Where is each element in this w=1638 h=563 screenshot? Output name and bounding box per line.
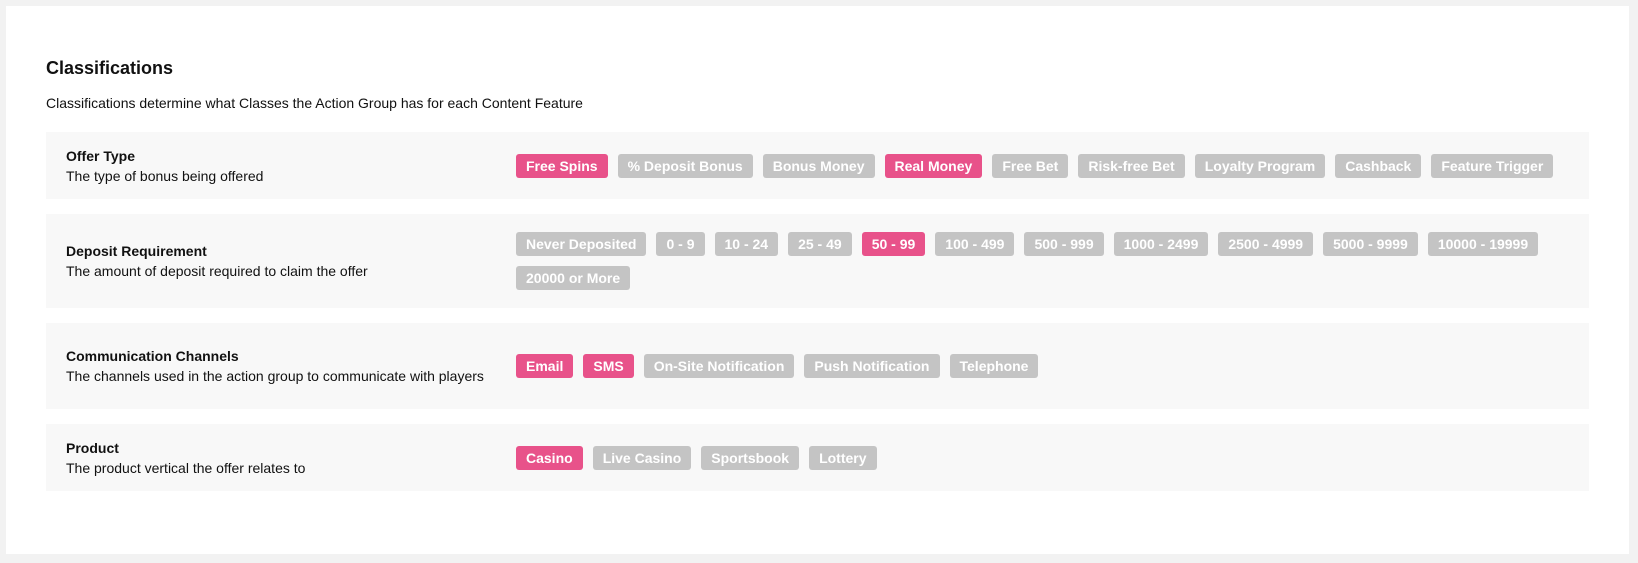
tag-feature-trigger[interactable]: Feature Trigger — [1431, 153, 1554, 178]
section-deposit-requirement: Deposit Requirement The amount of deposi… — [46, 214, 1589, 308]
tag-push-notification[interactable]: Push Notification — [804, 354, 940, 378]
tag-2500-4999[interactable]: 2500 - 4999 — [1218, 232, 1314, 256]
section-info: Deposit Requirement The amount of deposi… — [66, 241, 516, 281]
tag-cashback[interactable]: Cashback — [1335, 153, 1422, 178]
tag-10000-19999[interactable]: 10000 - 19999 — [1427, 232, 1539, 256]
tag-on-site-notification[interactable]: On-Site Notification — [643, 354, 795, 378]
section-title: Offer Type — [66, 147, 135, 164]
tag-list: Never Deposited 0 - 9 10 - 24 25 - 49 50 - 9… — [516, 232, 1569, 290]
tag-free-bet[interactable]: Free Bet — [992, 153, 1069, 178]
classifications-card: Classifications Classifications determin… — [6, 6, 1629, 554]
tag-live-casino[interactable]: Live Casino — [592, 445, 692, 470]
tag-sms[interactable]: SMS — [583, 354, 634, 378]
section-offer-type: Offer Type The type of bonus being offer… — [46, 132, 1589, 199]
section-product: Product The product vertical the offer r… — [46, 424, 1589, 491]
tag-free-spins[interactable]: Free Spins — [516, 153, 608, 178]
section-description: The type of bonus being offered — [66, 167, 264, 184]
tag-50-99[interactable]: 50 - 99 — [861, 232, 926, 256]
section-info: Communication Channels The channels used… — [66, 346, 516, 386]
tag-lottery[interactable]: Lottery — [809, 445, 877, 470]
tag-email[interactable]: Email — [516, 354, 574, 378]
tag-1000-2499[interactable]: 1000 - 2499 — [1113, 232, 1209, 256]
tag-500-999[interactable]: 500 - 999 — [1024, 232, 1104, 256]
tag-list: Free Spins % Deposit Bonus Bonus Money Real… — [516, 153, 1569, 178]
section-communication-channels: Communication Channels The channels used… — [46, 323, 1589, 409]
section-title: Communication Channels — [66, 348, 239, 364]
tag-casino[interactable]: Casino — [516, 445, 583, 470]
tag-telephone[interactable]: Telephone — [949, 354, 1039, 378]
section-info: Offer Type The type of bonus being offer… — [66, 146, 516, 186]
tag-deposit-bonus[interactable]: % Deposit Bonus — [617, 153, 753, 178]
section-description: The channels used in the action group to… — [66, 368, 484, 384]
section-info: Product The product vertical the offer r… — [66, 438, 516, 478]
tag-100-499[interactable]: 100 - 499 — [935, 232, 1015, 256]
tag-5000-9999[interactable]: 5000 - 9999 — [1323, 232, 1418, 256]
tag-real-money[interactable]: Real Money — [884, 153, 983, 178]
classification-sections: Offer Type The type of bonus being offer… — [46, 132, 1589, 491]
section-title: Product — [66, 439, 119, 456]
tag-bonus-money[interactable]: Bonus Money — [762, 153, 875, 178]
tag-sportsbook[interactable]: Sportsbook — [701, 445, 800, 470]
section-title: Deposit Requirement — [66, 243, 207, 259]
page-title: Classifications — [46, 58, 174, 78]
section-description: The amount of deposit required to claim … — [66, 263, 368, 279]
tag-loyalty-program[interactable]: Loyalty Program — [1194, 153, 1326, 178]
tag-never-deposited[interactable]: Never Deposited — [516, 232, 647, 256]
tag-20000-or-more[interactable]: 20000 or More — [516, 266, 631, 290]
tag-risk-free-bet[interactable]: Risk-free Bet — [1078, 153, 1185, 178]
tag-list: Casino Live Casino Sportsbook Lottery — [516, 445, 1569, 470]
section-description: The product vertical the offer relates t… — [66, 459, 306, 476]
tag-10-24[interactable]: 10 - 24 — [714, 232, 779, 256]
tag-0-9[interactable]: 0 - 9 — [656, 232, 705, 256]
page-subtitle: Classifications determine what Classes t… — [46, 95, 583, 111]
tag-list: Email SMS On-Site Notification Push Notific… — [516, 354, 1569, 378]
tag-25-49[interactable]: 25 - 49 — [788, 232, 852, 256]
